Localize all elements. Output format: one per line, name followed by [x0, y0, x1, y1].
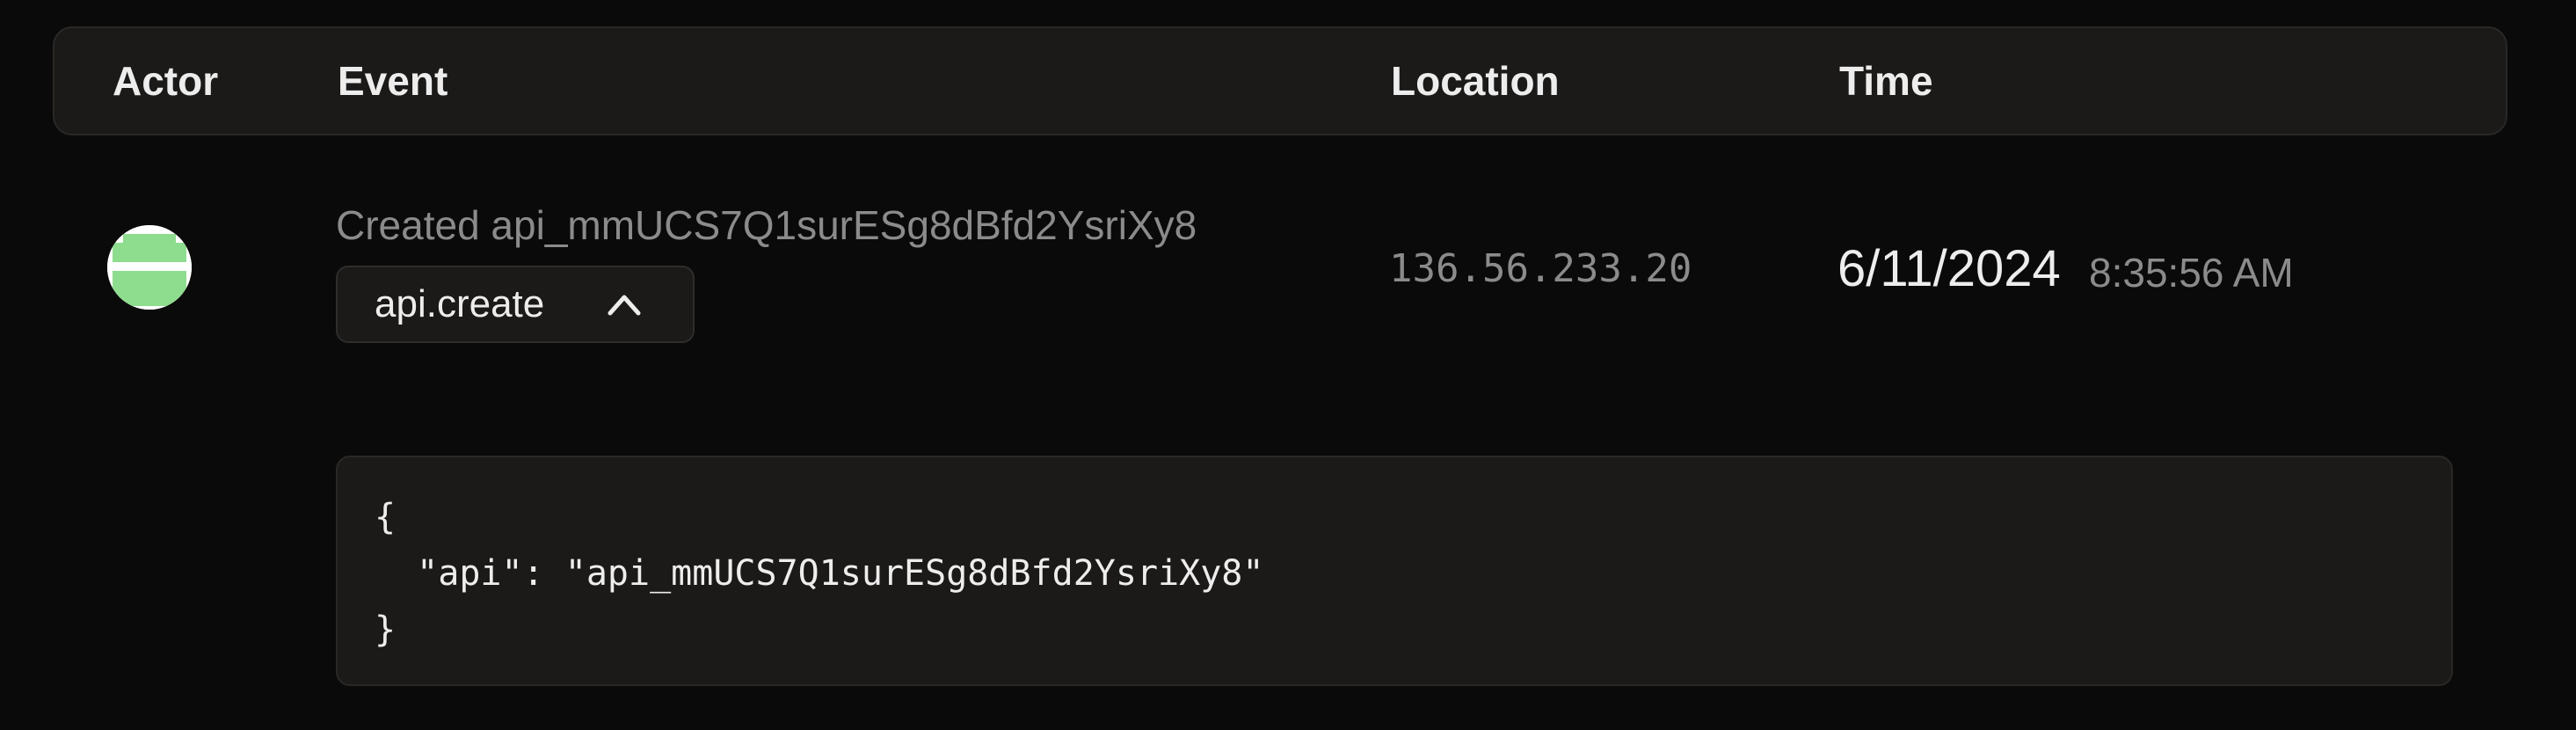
column-header-event: Event [338, 58, 448, 104]
column-header-time: Time [1839, 58, 1933, 104]
event-type-label: api.create [375, 282, 545, 325]
event-description: Created api_mmUCS7Q1surESg8dBfd2YsriXy8 [336, 202, 1197, 248]
column-header-location: Location [1391, 58, 1560, 104]
column-header-actor: Actor [113, 58, 219, 104]
time-clock: 8:35:56 AM [2089, 250, 2294, 296]
event-type-toggle-button[interactable]: api.create [336, 266, 695, 343]
time-date: 6/11/2024 [1837, 240, 2061, 297]
event-details-json: { "api": "api_mmUCS7Q1surESg8dBfd2YsriXy… [336, 456, 2453, 686]
actor-avatar [107, 225, 192, 310]
chevron-up-icon [608, 295, 641, 316]
location-ip: 136.56.233.20 [1389, 246, 1692, 291]
table-header: Actor Event Location Time [53, 26, 2507, 135]
identicon-avatar-icon [107, 225, 192, 310]
